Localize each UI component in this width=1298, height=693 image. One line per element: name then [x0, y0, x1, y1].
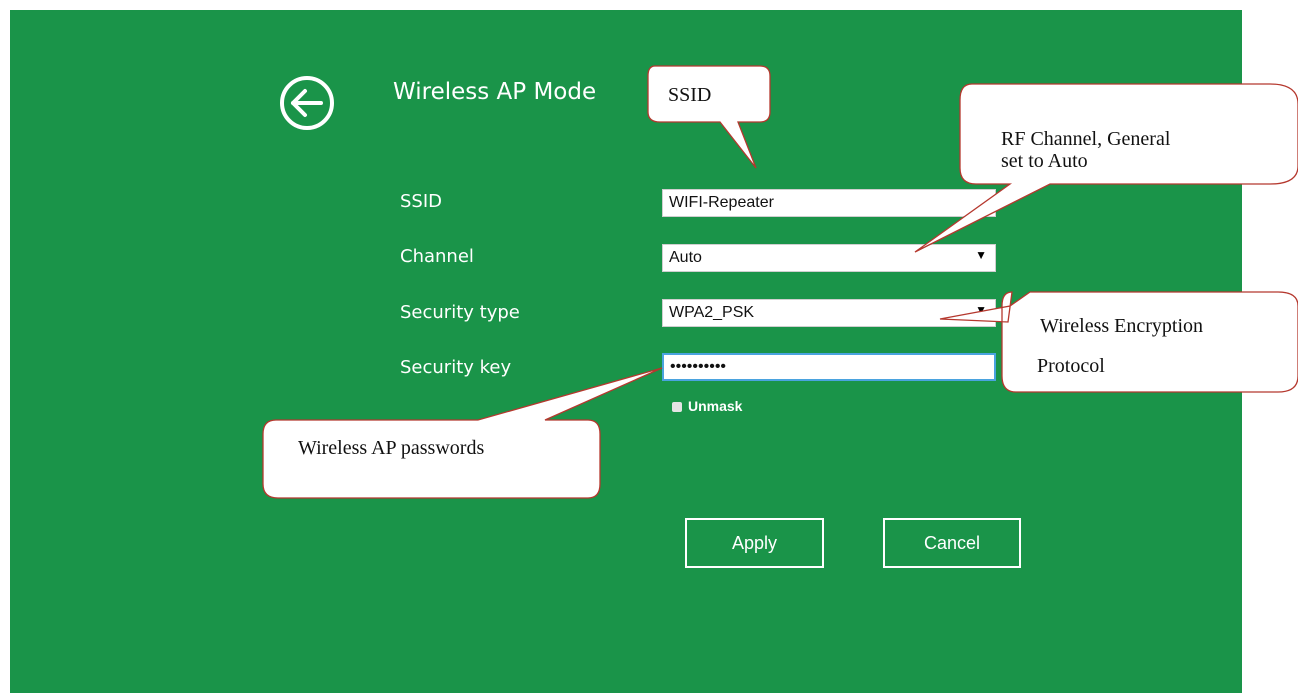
- rf-channel-callout-line1: RF Channel, General: [1001, 128, 1171, 150]
- security-type-select[interactable]: WPA2_PSK ▼: [662, 299, 996, 327]
- channel-label: Channel: [400, 246, 474, 267]
- ssid-label: SSID: [400, 191, 443, 212]
- unmask-label: Unmask: [688, 398, 743, 414]
- cancel-button[interactable]: Cancel: [883, 518, 1021, 568]
- ssid-callout-text: SSID: [668, 84, 712, 106]
- key-length-counter: 10: [1004, 358, 1019, 373]
- back-button[interactable]: [278, 74, 336, 132]
- encryption-callout-line2: Protocol: [1037, 355, 1105, 377]
- settings-panel: [10, 10, 1242, 693]
- security-key-label: Security key: [400, 357, 512, 378]
- security-type-label: Security type: [400, 302, 520, 323]
- dropdown-arrow-icon: ▼: [975, 303, 987, 317]
- arrow-left-circle-icon: [280, 76, 334, 130]
- channel-value: Auto: [669, 249, 702, 266]
- security-key-input[interactable]: ••••••••••: [662, 353, 996, 381]
- channel-select[interactable]: Auto ▼: [662, 244, 996, 272]
- page-title: Wireless AP Mode: [393, 79, 597, 105]
- unmask-checkbox[interactable]: [672, 402, 682, 412]
- apply-button[interactable]: Apply: [685, 518, 824, 568]
- rf-channel-callout-line2: set to Auto: [1001, 150, 1088, 172]
- ap-password-callout-text: Wireless AP passwords: [298, 437, 485, 459]
- security-type-value: WPA2_PSK: [669, 304, 755, 321]
- dropdown-arrow-icon: ▼: [975, 248, 987, 262]
- encryption-callout-line1: Wireless Encryption: [1040, 315, 1204, 337]
- ssid-input[interactable]: WIFI-Repeater: [662, 189, 996, 217]
